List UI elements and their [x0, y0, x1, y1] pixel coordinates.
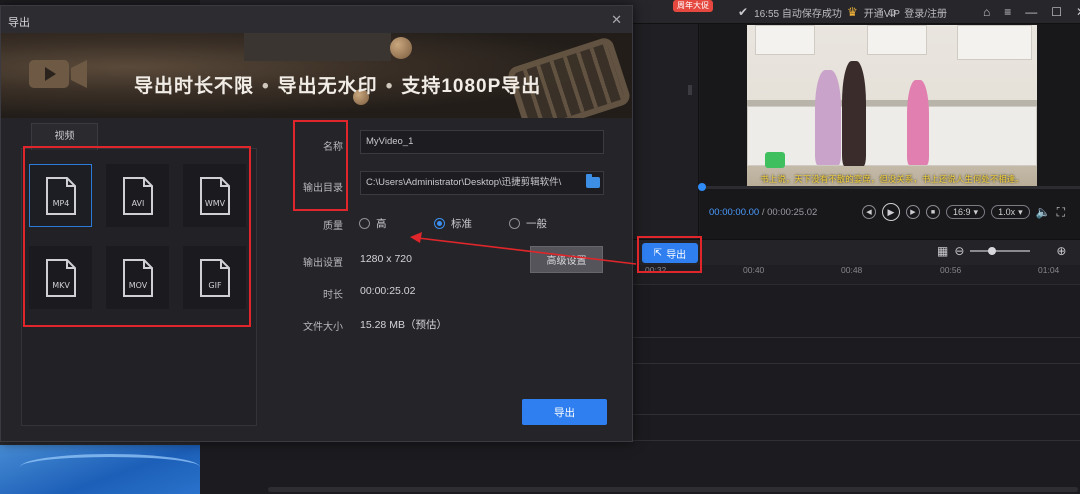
dialog-title: 导出 [8, 17, 30, 29]
crown-icon: ♛ [847, 5, 858, 19]
radio-icon [509, 218, 520, 229]
close-icon[interactable]: ✕ [611, 12, 622, 28]
media-panel-edge [633, 24, 699, 239]
chevron-down-icon: ▾ [1018, 206, 1023, 217]
zoom-slider-handle[interactable] [988, 247, 997, 255]
preview-progress-bar[interactable] [698, 183, 1080, 191]
close-icon[interactable]: ✕ [1076, 6, 1080, 18]
quality-normal-radio[interactable]: 一般 [509, 216, 547, 231]
video-frame: 书上说，天下没有不散的宴席，但没关系，书上还说人生何处不相逢。 [747, 25, 1037, 187]
prev-frame-icon[interactable]: ◀ [862, 205, 876, 219]
maximize-icon[interactable]: ☐ [1051, 6, 1062, 18]
duration-label: 时长 [323, 290, 343, 301]
export-button[interactable]: 导出 [522, 399, 607, 425]
bucket [765, 152, 785, 168]
radio-icon [359, 218, 370, 229]
home-icon[interactable]: ⌂ [983, 6, 990, 18]
folder-icon[interactable] [586, 174, 600, 188]
timeline-track-divider [633, 440, 1080, 441]
menu-icon[interactable]: ≡ [1004, 6, 1011, 18]
next-frame-icon[interactable]: ▶ [906, 205, 920, 219]
person-figure [815, 70, 841, 165]
timeline-track-divider [633, 414, 1080, 415]
stop-icon[interactable]: ■ [926, 205, 940, 219]
output-settings-value: 1280 x 720 [360, 253, 412, 265]
highlight-fields-box [293, 120, 348, 211]
banner-decor [244, 33, 391, 61]
kitchen-cabinet [957, 25, 1032, 60]
quality-standard-radio[interactable]: 标准 [434, 216, 472, 231]
kitchen-cabinet [755, 25, 815, 55]
zoom-in-icon[interactable]: ⊕ [1056, 245, 1066, 257]
volume-icon[interactable]: 🔈 [1036, 206, 1051, 218]
timeline-track-divider [633, 363, 1080, 364]
file-size-value: 15.28 MB（预估） [360, 319, 447, 331]
output-dir-input[interactable]: C:\Users\Administrator\Desktop\迅捷剪辑软件\ [360, 171, 604, 195]
play-icon[interactable]: ▶ [882, 203, 900, 221]
timeline-zoom: ▦ ⊖ ⊕ [937, 245, 1066, 257]
minimize-icon[interactable]: — [1025, 6, 1037, 18]
duration-value: 00:00:25.02 [360, 285, 416, 297]
fit-timeline-icon[interactable]: ▦ [937, 245, 948, 257]
quality-high-radio[interactable]: 高 [359, 216, 387, 231]
media-panel-scrollbar[interactable] [688, 85, 692, 95]
name-input[interactable]: MyVideo_1 [360, 130, 604, 154]
chevron-down-icon: ▾ [973, 206, 979, 217]
kitchen-cabinet [867, 25, 927, 55]
ruler-tick-label: 00:48 [841, 265, 863, 275]
preview-timecode: 00:00:00.00 / 00:00:25.02 [709, 207, 818, 218]
highlight-format-box [23, 146, 251, 327]
person-figure [842, 61, 866, 166]
shield-check-icon: ✔ [738, 5, 749, 19]
highlight-export-box [637, 236, 702, 273]
timeline-track-divider [633, 337, 1080, 338]
fullscreen-icon[interactable]: ⛶ [1057, 206, 1065, 218]
banner-decor [390, 37, 412, 59]
timeline-scrollbar[interactable] [268, 487, 1078, 492]
desktop-wallpaper [0, 440, 205, 494]
speed-select[interactable]: 1.0x ▾ [991, 205, 1030, 219]
user-icon: ☺ [886, 5, 899, 19]
autosave-status: ✔ 16:55 自动保存成功 [738, 5, 842, 20]
playback-controls: ◀ ▶ ▶ ■ 16:9 ▾ 1.0x ▾ 🔈 ⛶ [862, 203, 1065, 221]
window-controls: ⌂ ≡ — ☐ ✕ [983, 0, 1080, 24]
file-size-label: 文件大小 [303, 322, 343, 333]
ruler-tick-label: 01:04 [1038, 265, 1060, 275]
promo-banner: 导出时长不限 • 导出无水印 • 支持1080P导出 [1, 33, 632, 118]
vip-promo-badge: 周年大促 [673, 0, 713, 12]
ruler-tick-label: 00:56 [940, 265, 962, 275]
progress-handle[interactable] [698, 183, 706, 191]
wallpaper-swoosh [20, 454, 200, 480]
kitchen-lower-cabinets [747, 106, 1037, 166]
person-figure [907, 80, 929, 165]
ruler-tick-label: 00:40 [743, 265, 765, 275]
radio-selected-icon [434, 218, 445, 229]
video-camera-icon [29, 60, 87, 88]
aspect-ratio-select[interactable]: 16:9 ▾ [946, 205, 986, 219]
video-subtitle: 书上说，天下没有不散的宴席，但没关系，书上还说人生何处不相逢。 [760, 174, 1024, 184]
banner-text: 导出时长不限 • 导出无水印 • 支持1080P导出 [134, 76, 542, 97]
advanced-settings-button[interactable]: 高级设置 [530, 246, 603, 273]
dialog-titlebar: 导出 ✕ [1, 6, 632, 33]
zoom-slider[interactable] [970, 247, 1031, 255]
output-settings-label: 输出设置 [303, 258, 343, 269]
quality-label: 质量 [323, 221, 343, 232]
login-button[interactable]: ☺ 登录/注册 [886, 0, 947, 24]
zoom-out-icon[interactable]: ⊖ [954, 245, 964, 257]
